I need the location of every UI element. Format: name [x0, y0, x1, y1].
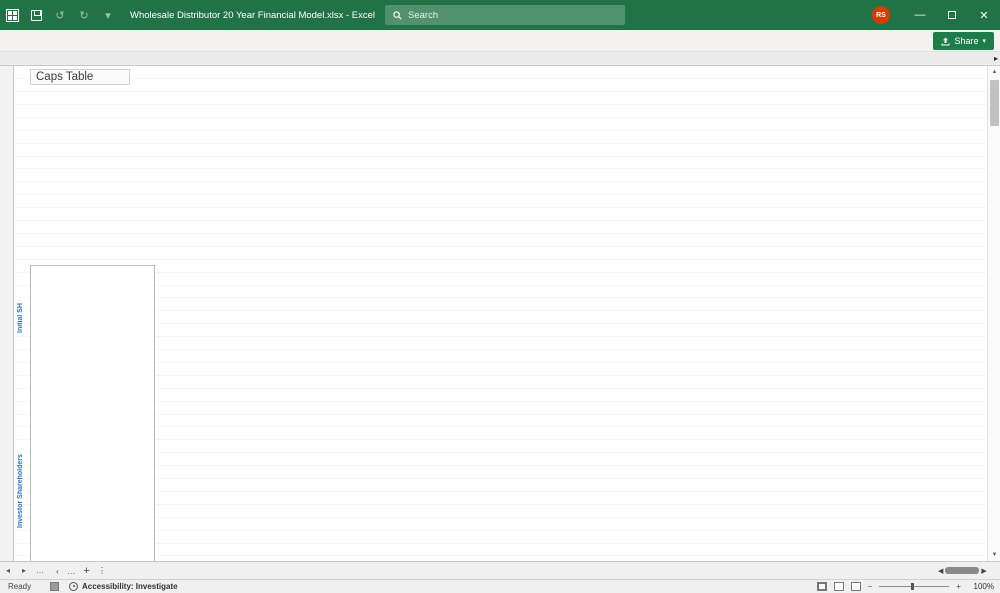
title-bar: ↺ ↻ ▾ Wholesale Distributor 20 Year Fina…	[0, 0, 1000, 30]
search-placeholder: Search	[408, 10, 438, 21]
tab-menu-icon[interactable]: ⋮	[98, 565, 107, 576]
zoom-in-icon[interactable]: +	[956, 582, 961, 591]
tab-nav-right-icon[interactable]: ▸	[16, 562, 32, 579]
scroll-down-icon[interactable]: ▼	[988, 549, 1000, 561]
window-title: Wholesale Distributor 20 Year Financial …	[130, 10, 375, 21]
page-layout-view-icon[interactable]	[834, 582, 844, 591]
share-dropdown-icon: ▾	[982, 37, 986, 45]
share-label: Share	[954, 36, 978, 46]
sheet-tab-bar: ◂ ▸ … ‹ … + ⋮ ◀ ▶	[0, 561, 1000, 579]
share-button[interactable]: Share ▾	[933, 32, 994, 50]
scroll-up-icon[interactable]: ▲	[988, 66, 1000, 78]
excel-window: ↺ ↻ ▾ Wholesale Distributor 20 Year Fina…	[0, 0, 1000, 593]
new-sheet-button[interactable]: +	[83, 565, 89, 577]
vertical-label-initial-sh[interactable]: Initial SH	[13, 279, 28, 357]
shareholder-name-table	[30, 265, 155, 562]
minimize-button[interactable]: ―	[904, 0, 936, 30]
status-bar: Ready Accessibility: Investigate − + 100…	[0, 579, 1000, 593]
row-header-gutter	[0, 66, 14, 561]
gridlines	[14, 66, 987, 561]
zoom-slider[interactable]	[879, 586, 949, 587]
undo-icon[interactable]: ↺	[48, 0, 72, 30]
ribbon-tab-row: Share ▾	[0, 30, 1000, 52]
redo-icon[interactable]: ↻	[72, 0, 96, 30]
avatar[interactable]: RS	[872, 6, 890, 24]
share-icon	[941, 37, 950, 46]
horizontal-scroll-thumb[interactable]	[945, 567, 979, 574]
vertical-scrollbar[interactable]: ▲ ▼	[987, 66, 1000, 561]
zoom-slider-thumb[interactable]	[911, 583, 914, 590]
macro-record-icon[interactable]	[50, 582, 59, 591]
status-ready: Ready	[0, 582, 40, 591]
page-title[interactable]: Caps Table	[30, 69, 130, 85]
hscroll-left-icon[interactable]: ◀	[938, 567, 943, 575]
vertical-scroll-thumb[interactable]	[990, 80, 999, 126]
page-break-view-icon[interactable]	[851, 582, 861, 591]
accessibility-status[interactable]: Accessibility: Investigate	[82, 582, 178, 591]
quick-access-dropdown-icon[interactable]: ▾	[96, 0, 120, 30]
close-button[interactable]: ✕	[968, 0, 1000, 30]
tab-nav-left-icon[interactable]: ◂	[0, 562, 16, 579]
accessibility-icon	[69, 582, 78, 591]
column-header-row: ▸	[0, 52, 1000, 66]
column-scroll-right-icon[interactable]: ▸	[994, 54, 998, 63]
hscroll-right-icon[interactable]: ▶	[981, 567, 986, 575]
vertical-label-investor-shareholders[interactable]: Investor Shareholders	[13, 369, 28, 561]
zoom-level[interactable]: 100%	[968, 582, 994, 591]
tab-overflow-right-icon[interactable]: …	[67, 566, 76, 576]
spreadsheet-grid[interactable]: Caps Table Initial SH Investor Sharehold…	[0, 66, 1000, 561]
restore-button[interactable]	[936, 0, 968, 30]
save-icon[interactable]	[24, 0, 48, 30]
horizontal-scrollbar[interactable]: ◀ ▶	[938, 565, 996, 576]
zoom-out-icon[interactable]: −	[868, 582, 873, 591]
tab-overflow-left-icon[interactable]: …	[32, 562, 48, 579]
tab-scroll-left-icon[interactable]: ‹	[56, 566, 59, 576]
app-icon	[0, 0, 24, 30]
search-input[interactable]: Search	[385, 5, 625, 25]
normal-view-icon[interactable]	[817, 582, 827, 591]
search-icon	[393, 11, 402, 20]
